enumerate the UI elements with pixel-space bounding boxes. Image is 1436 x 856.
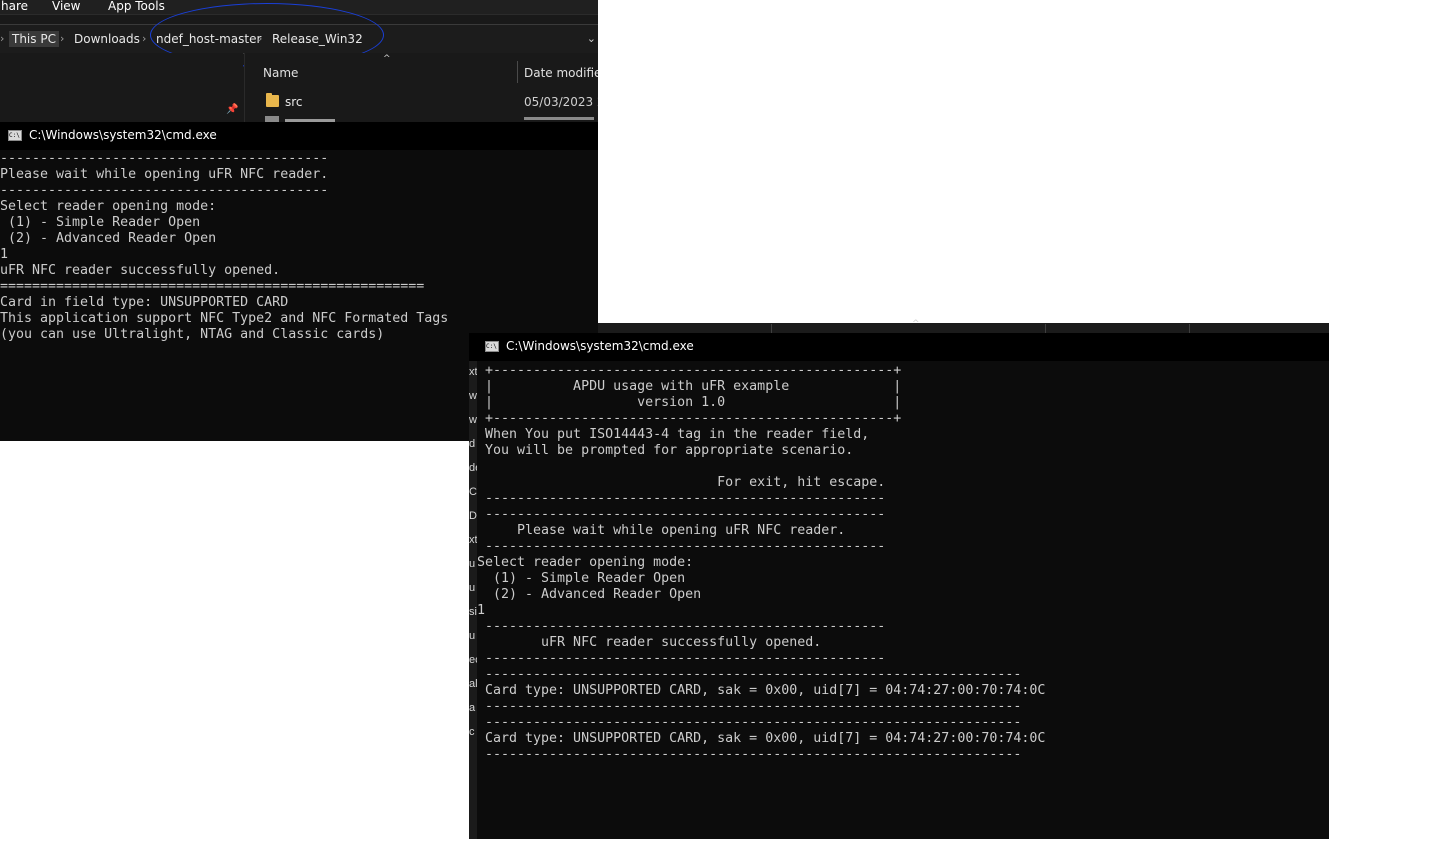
chevron-right-icon[interactable]: › xyxy=(142,32,146,45)
background-text-fragment: u xyxy=(469,582,476,594)
console-line: Please wait while opening uFR NFC reader… xyxy=(0,167,329,182)
file-explorer-window: hare View App Tools › This PC › Download… xyxy=(0,0,598,122)
console-line: | version 1.0 | xyxy=(485,395,902,410)
console-line: This application support NFC Type2 and N… xyxy=(0,311,449,326)
console-line: You will be prompted for appropriate sce… xyxy=(485,443,854,458)
background-text-fragment: u xyxy=(469,558,476,570)
console-line: ----------------------------------------… xyxy=(485,507,886,522)
background-text-fragment: C xyxy=(469,486,477,498)
background-text-fragment: c xyxy=(469,726,475,738)
background-text-fragment: a xyxy=(469,702,476,714)
column-divider[interactable] xyxy=(517,61,518,83)
console-line: (2) - Advanced Reader Open xyxy=(485,587,702,602)
sort-up-icon: ^ xyxy=(383,54,391,64)
sort-up-icon: ^ xyxy=(912,319,920,329)
console-line: ----------------------------------------… xyxy=(485,539,886,554)
file-date-partial xyxy=(524,117,594,120)
console-line: +---------------------------------------… xyxy=(485,363,902,378)
ribbon-tabs: hare View App Tools xyxy=(0,0,598,15)
title-bar[interactable]: C:\Windows\system32\cmd.exe xyxy=(0,122,598,150)
cmd-icon xyxy=(8,130,22,141)
ribbon-tab-share[interactable]: hare xyxy=(1,0,28,13)
console-line: uFR NFC reader successfully opened. xyxy=(485,635,822,650)
console-output: ----------------------------------------… xyxy=(0,151,448,343)
background-text-fragment: w xyxy=(469,390,477,402)
background-window-header: ^ xyxy=(598,319,1329,333)
console-line: When You put ISO14443-4 tag in the reade… xyxy=(485,427,870,442)
navigation-pane xyxy=(0,53,243,122)
console-line: (1) - Simple Reader Open xyxy=(0,215,201,230)
console-line: (2) - Advanced Reader Open xyxy=(0,231,217,246)
console-line: 1 xyxy=(0,247,9,262)
ribbon-tab-view[interactable]: View xyxy=(52,0,80,13)
background-text-fragment: Dl xyxy=(469,510,477,522)
breadcrumb-ndef-host-master[interactable]: ndef_host-master xyxy=(156,32,261,46)
cmd-window-2[interactable]: C:\Windows\system32\cmd.exe xtwwddeCDlxt… xyxy=(469,333,1329,839)
background-text-fragment: si xyxy=(469,606,477,618)
console-line: ----------------------------------------… xyxy=(485,747,1022,762)
background-text-fragment: xt xyxy=(469,366,477,378)
background-text-fragment: ec xyxy=(469,654,477,666)
console-line: ----------------------------------------… xyxy=(485,619,886,634)
background-text-fragment: de xyxy=(469,462,477,474)
folder-icon xyxy=(266,93,279,107)
console-line: Card in field type: UNSUPPORTED CARD xyxy=(0,295,289,310)
console-line: ----------------------------------------… xyxy=(0,151,329,166)
chevron-right-icon: › xyxy=(0,32,5,45)
background-text-fragment: d xyxy=(469,438,476,450)
console-line: (1) - Simple Reader Open xyxy=(485,571,686,586)
cmd-icon xyxy=(485,341,499,352)
console-line: For exit, hit escape. xyxy=(485,475,886,490)
console-line: +---------------------------------------… xyxy=(485,411,902,426)
console-output: +---------------------------------------… xyxy=(477,363,1045,763)
console-line: Select reader opening mode: xyxy=(477,555,694,570)
console-line: ----------------------------------------… xyxy=(485,667,1022,682)
console-line: | APDU usage with uFR example | xyxy=(485,379,902,394)
background-text-fragment: w xyxy=(469,414,477,426)
column-divider xyxy=(771,324,772,333)
console-line: ----------------------------------------… xyxy=(485,651,886,666)
console-line: Card type: UNSUPPORTED CARD, sak = 0x00,… xyxy=(485,731,1046,746)
column-header-date-modified[interactable]: Date modified xyxy=(524,66,598,80)
file-list: ^ Name Date modified src 05/03/2023 23: xyxy=(244,53,598,122)
console-line: ========================================… xyxy=(0,279,425,294)
file-name[interactable]: src xyxy=(285,95,303,109)
chevron-down-icon[interactable]: ⌄ xyxy=(587,32,596,45)
chevron-right-icon[interactable]: › xyxy=(60,32,64,45)
background-text-fragment: al xyxy=(469,678,477,690)
console-line: ----------------------------------------… xyxy=(485,699,1022,714)
breadcrumb-downloads[interactable]: Downloads xyxy=(74,32,140,46)
console-line: ----------------------------------------… xyxy=(485,715,1022,730)
window-title: C:\Windows\system32\cmd.exe xyxy=(29,128,217,142)
console-line: 1 xyxy=(477,603,486,618)
window-title: C:\Windows\system32\cmd.exe xyxy=(506,339,694,353)
background-text-fragment: u xyxy=(469,630,476,642)
ribbon-tab-app-tools[interactable]: App Tools xyxy=(108,0,165,13)
console-line: ----------------------------------------… xyxy=(0,183,329,198)
console-line: Select reader opening mode: xyxy=(0,199,217,214)
breadcrumb-this-pc[interactable]: This PC xyxy=(9,31,59,47)
console-line: (you can use Ultralight, NTAG and Classi… xyxy=(0,327,385,342)
background-window-strip: xtwwddeCDlxtuusiuecalac xyxy=(469,361,477,839)
column-header-name[interactable]: Name xyxy=(263,66,298,80)
address-bar[interactable]: › This PC › Downloads › ndef_host-master… xyxy=(0,24,598,54)
column-divider xyxy=(1189,324,1190,333)
column-divider xyxy=(1045,324,1046,333)
chevron-right-icon[interactable]: › xyxy=(258,32,262,45)
console-line: Please wait while opening uFR NFC reader… xyxy=(485,523,846,538)
breadcrumb-release-win32[interactable]: Release_Win32 xyxy=(272,32,363,46)
console-line: ----------------------------------------… xyxy=(485,491,886,506)
background-text-fragment: xt xyxy=(469,534,477,546)
console-line: Card type: UNSUPPORTED CARD, sak = 0x00,… xyxy=(485,683,1046,698)
console-line: uFR NFC reader successfully opened. xyxy=(0,263,281,278)
title-bar[interactable]: C:\Windows\system32\cmd.exe xyxy=(469,333,1329,361)
file-date: 05/03/2023 23: xyxy=(524,95,598,109)
pin-icon[interactable]: 📌 xyxy=(226,104,238,115)
